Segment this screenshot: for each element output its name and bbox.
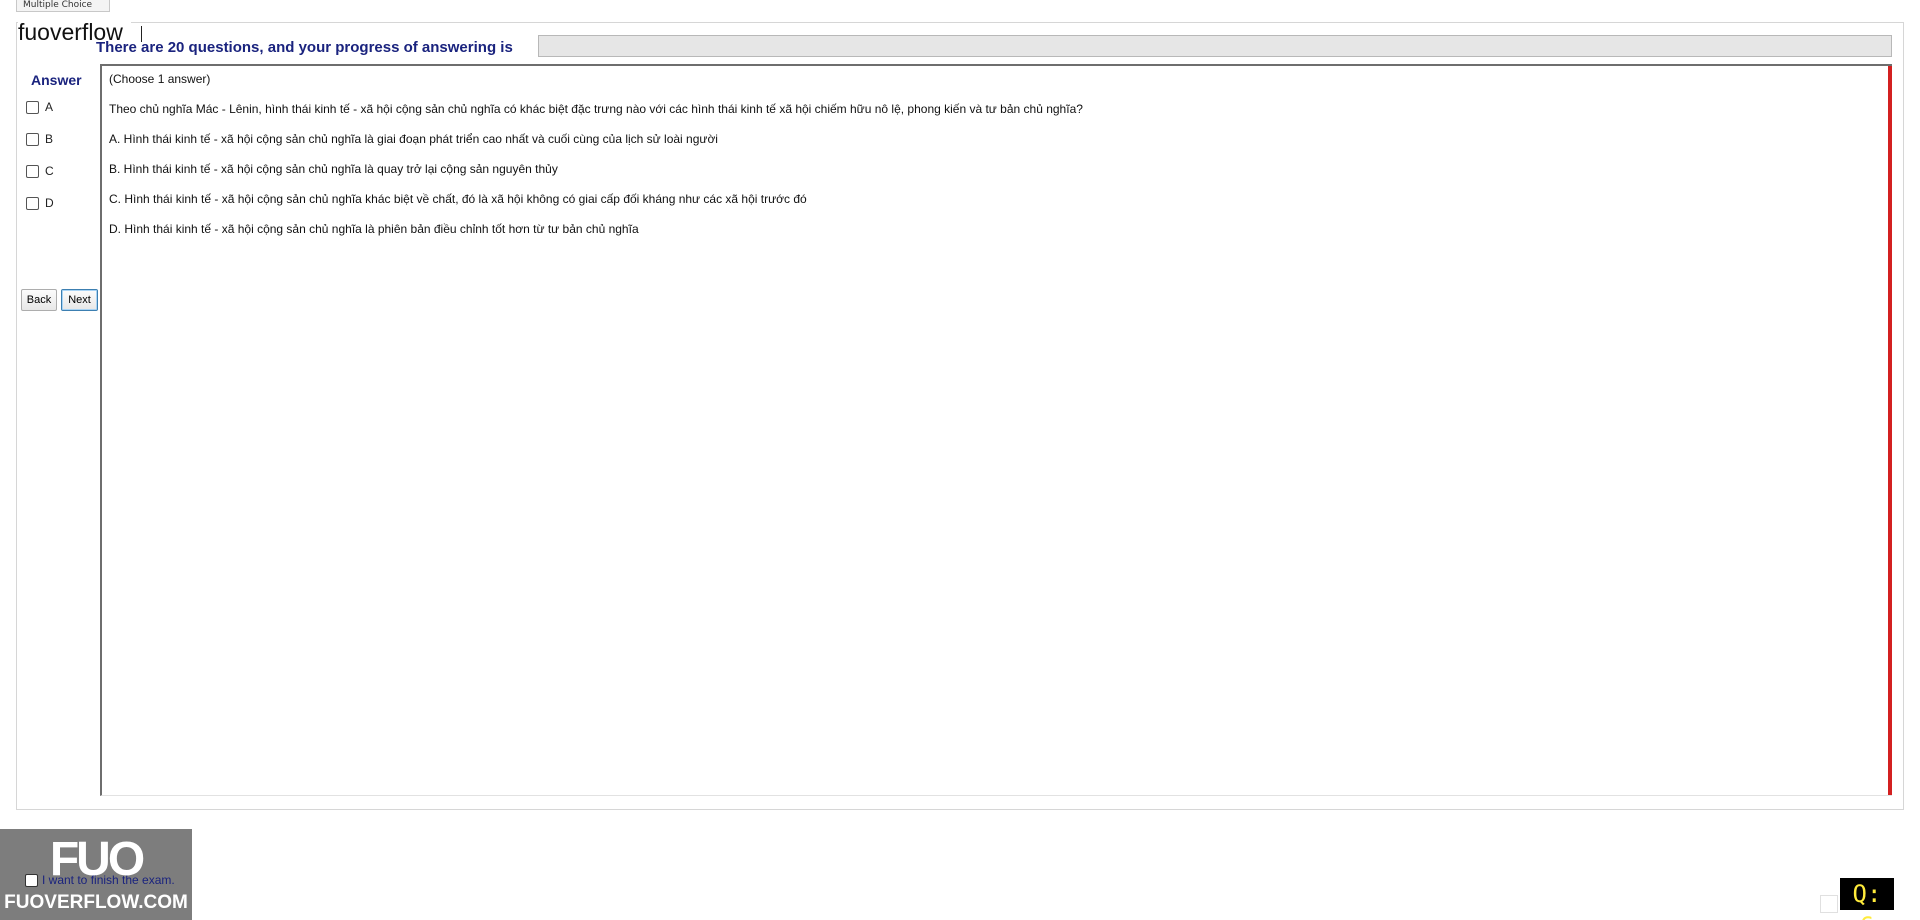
answer-option-label: A	[45, 100, 54, 114]
answer-option-c[interactable]: C	[26, 164, 54, 178]
answer-option-a[interactable]: A	[26, 100, 53, 114]
choice-a-text: A. Hình thái kinh tế - xã hội cộng sản c…	[109, 132, 718, 146]
scroll-indicator[interactable]	[1888, 66, 1892, 795]
answer-title: Answer	[31, 72, 82, 88]
exam-window: Multiple Choice fuoverflow There are 20 …	[0, 0, 1920, 920]
next-button[interactable]: Next	[61, 289, 98, 311]
answer-option-b[interactable]: B	[26, 132, 53, 146]
question-instruction: (Choose 1 answer)	[109, 72, 211, 86]
progress-label: There are 20 questions, and your progres…	[96, 39, 513, 56]
finish-exam-label[interactable]: I want to finish the exam.	[42, 873, 175, 887]
choice-b-text: B. Hình thái kinh tế - xã hội cộng sản c…	[109, 162, 558, 176]
question-text: Theo chủ nghĩa Mác - Lênin, hình thái ki…	[109, 102, 1083, 116]
answer-checkbox-b[interactable]	[26, 132, 39, 146]
question-area[interactable]: (Choose 1 answer) Theo chủ nghĩa Mác - L…	[100, 64, 1892, 796]
choice-d-text: D. Hình thái kinh tế - xã hội cộng sản c…	[109, 222, 639, 236]
answer-checkbox-d[interactable]	[26, 196, 39, 210]
back-button[interactable]: Back	[21, 289, 57, 311]
counter-ghost-box	[1820, 895, 1838, 913]
question-counter: Q: 6	[1840, 878, 1894, 920]
progress-bar	[538, 35, 1892, 57]
answer-option-label: D	[45, 196, 54, 210]
finish-exam-checkbox[interactable]	[25, 874, 38, 887]
answer-checkbox-a[interactable]	[26, 100, 39, 114]
choice-c-text: C. Hình thái kinh tế - xã hội cộng sản c…	[109, 192, 807, 206]
window-tab[interactable]: Multiple Choice	[16, 0, 110, 12]
answer-option-label: C	[45, 164, 54, 178]
watermark-logo-text: FUOVERFLOW.COM	[4, 892, 188, 913]
answer-option-label: B	[45, 132, 54, 146]
answer-checkbox-c[interactable]	[26, 164, 39, 178]
answer-option-d[interactable]: D	[26, 196, 54, 210]
